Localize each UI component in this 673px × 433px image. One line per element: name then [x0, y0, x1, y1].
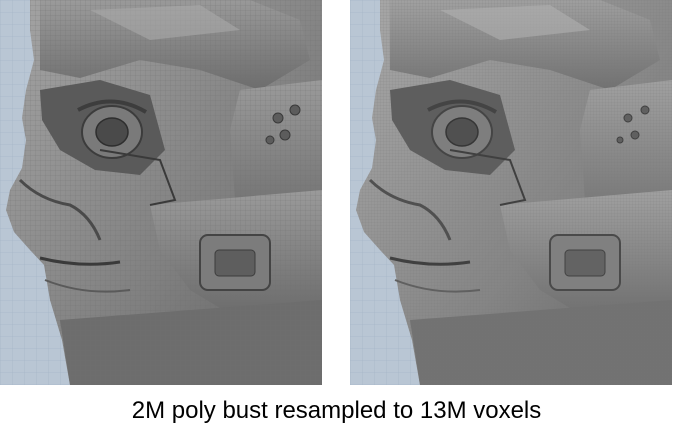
voxel-render [350, 0, 672, 385]
voxel-image [350, 0, 672, 385]
comparison-figure: 2M poly bust resampled to 13M voxels [0, 0, 673, 433]
polygon-mesh-render [0, 0, 322, 385]
polygon-mesh-image [0, 0, 322, 385]
figure-caption: 2M poly bust resampled to 13M voxels [131, 397, 542, 424]
